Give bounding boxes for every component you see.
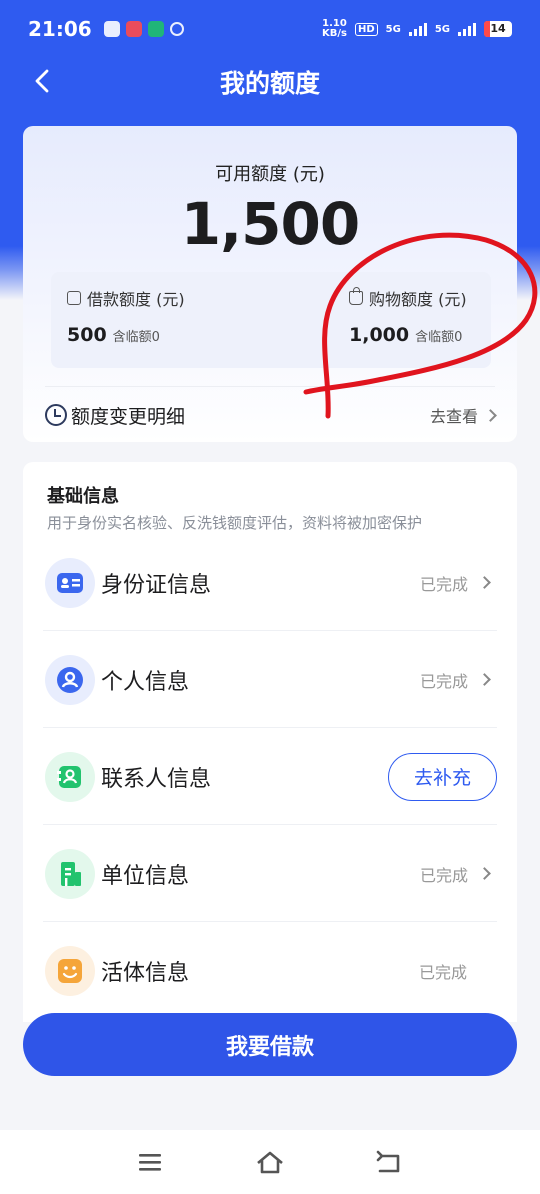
status-completed: 已完成	[419, 668, 491, 692]
building-icon	[45, 848, 95, 899]
loan-quota-label: 借款额度 (元)	[87, 290, 185, 309]
wechat-icon	[103, 21, 120, 37]
loan-quota: 借款额度 (元) 500 含临额0	[67, 286, 185, 346]
loan-temp-quota: 含临额0	[112, 330, 160, 345]
hotspot-icon	[169, 22, 184, 36]
system-navigation-bar	[0, 1130, 540, 1194]
battery-icon: 14	[484, 21, 512, 37]
info-item-personal[interactable]: 个人信息 已完成	[43, 631, 497, 728]
face-icon	[45, 945, 95, 996]
quota-card: 可用额度 (元) 1,500 借款额度 (元) 500 含临额0 购物额度 (元…	[23, 126, 517, 442]
yen-icon	[67, 291, 81, 305]
chevron-right-icon	[478, 576, 491, 589]
info-item-label: 单位信息	[101, 863, 190, 889]
info-item-employer[interactable]: 单位信息 已完成	[43, 825, 497, 922]
status-bar: 21:06 1.10 KB/s HD 5G 5G 14	[0, 0, 540, 58]
shopping-quota-label: 购物额度 (元)	[369, 290, 467, 309]
divider	[45, 386, 495, 387]
quota-breakdown: 借款额度 (元) 500 含临额0 购物额度 (元) 1,000 含临额0	[51, 272, 491, 368]
info-item-label: 个人信息	[101, 669, 190, 695]
notification-icons	[103, 21, 184, 37]
network-type-2: 5G	[434, 23, 450, 35]
page-title: 我的额度	[219, 69, 320, 98]
back-arrow-icon[interactable]	[374, 1148, 404, 1176]
navigation-bar: 我的额度	[0, 58, 540, 104]
status-completed: 已完成	[419, 571, 491, 595]
id-card-icon	[45, 557, 95, 608]
status-text: 已完成	[419, 574, 468, 594]
home-icon[interactable]	[255, 1148, 285, 1176]
quota-history-label: 额度变更明细	[71, 405, 186, 428]
supplement-button[interactable]: 去补充	[388, 752, 497, 801]
shopping-quota-amount: 1,000	[349, 324, 410, 346]
chevron-right-icon	[478, 867, 491, 880]
status-indicators: 1.10 KB/s HD 5G 5G 14	[322, 19, 512, 39]
hd-indicator: HD	[354, 22, 378, 36]
shopping-quota: 购物额度 (元) 1,000 含临额0	[349, 286, 467, 346]
status-completed: 已完成	[419, 862, 491, 886]
info-item-label: 活体信息	[101, 960, 190, 986]
status-text: 已完成	[419, 865, 468, 885]
network-type-1: 5G	[385, 23, 401, 35]
person-icon	[45, 654, 95, 705]
chevron-right-icon	[484, 408, 497, 422]
bag-icon	[349, 287, 363, 305]
info-item-liveness[interactable]: 活体信息 已完成	[43, 922, 497, 1019]
shopping-temp-quota: 含临额0	[415, 330, 463, 345]
basic-info-description: 用于身份实名核验、反洗钱额度评估，资料将被加密保护	[47, 514, 423, 532]
borrow-button[interactable]: 我要借款	[23, 1013, 517, 1076]
net-speed-unit: KB/s	[322, 28, 347, 39]
view-history-link[interactable]: 去查看	[429, 403, 497, 427]
basic-info-card: 基础信息 用于身份实名核验、反洗钱额度评估，资料将被加密保护 身份证信息 已完成…	[23, 462, 517, 1022]
available-quota-amount: 1,500	[180, 190, 360, 258]
quota-history-row[interactable]: 额度变更明细 去查看	[45, 388, 497, 442]
info-item-label: 身份证信息	[101, 572, 212, 598]
signal-icon	[458, 22, 476, 36]
info-item-label: 联系人信息	[101, 766, 212, 792]
app-notification-icon	[147, 21, 164, 37]
history-clock-icon	[45, 404, 67, 426]
chevron-right-icon	[478, 673, 491, 686]
basic-info-title: 基础信息	[47, 486, 119, 507]
net-speed: 1.10 KB/s	[322, 19, 347, 39]
view-history-label: 去查看	[429, 407, 478, 426]
info-item-contacts[interactable]: 联系人信息 去补充	[43, 728, 497, 825]
status-time: 21:06	[28, 17, 92, 41]
contacts-icon	[45, 751, 95, 802]
app-notification-icon	[125, 21, 142, 37]
info-item-id-card[interactable]: 身份证信息 已完成	[43, 534, 497, 631]
available-quota-label: 可用额度 (元)	[215, 164, 325, 185]
signal-icon	[408, 22, 427, 36]
menu-icon[interactable]	[136, 1148, 166, 1176]
status-text: 已完成	[419, 671, 468, 691]
status-completed: 已完成	[418, 962, 467, 982]
loan-quota-amount: 500	[67, 324, 107, 346]
